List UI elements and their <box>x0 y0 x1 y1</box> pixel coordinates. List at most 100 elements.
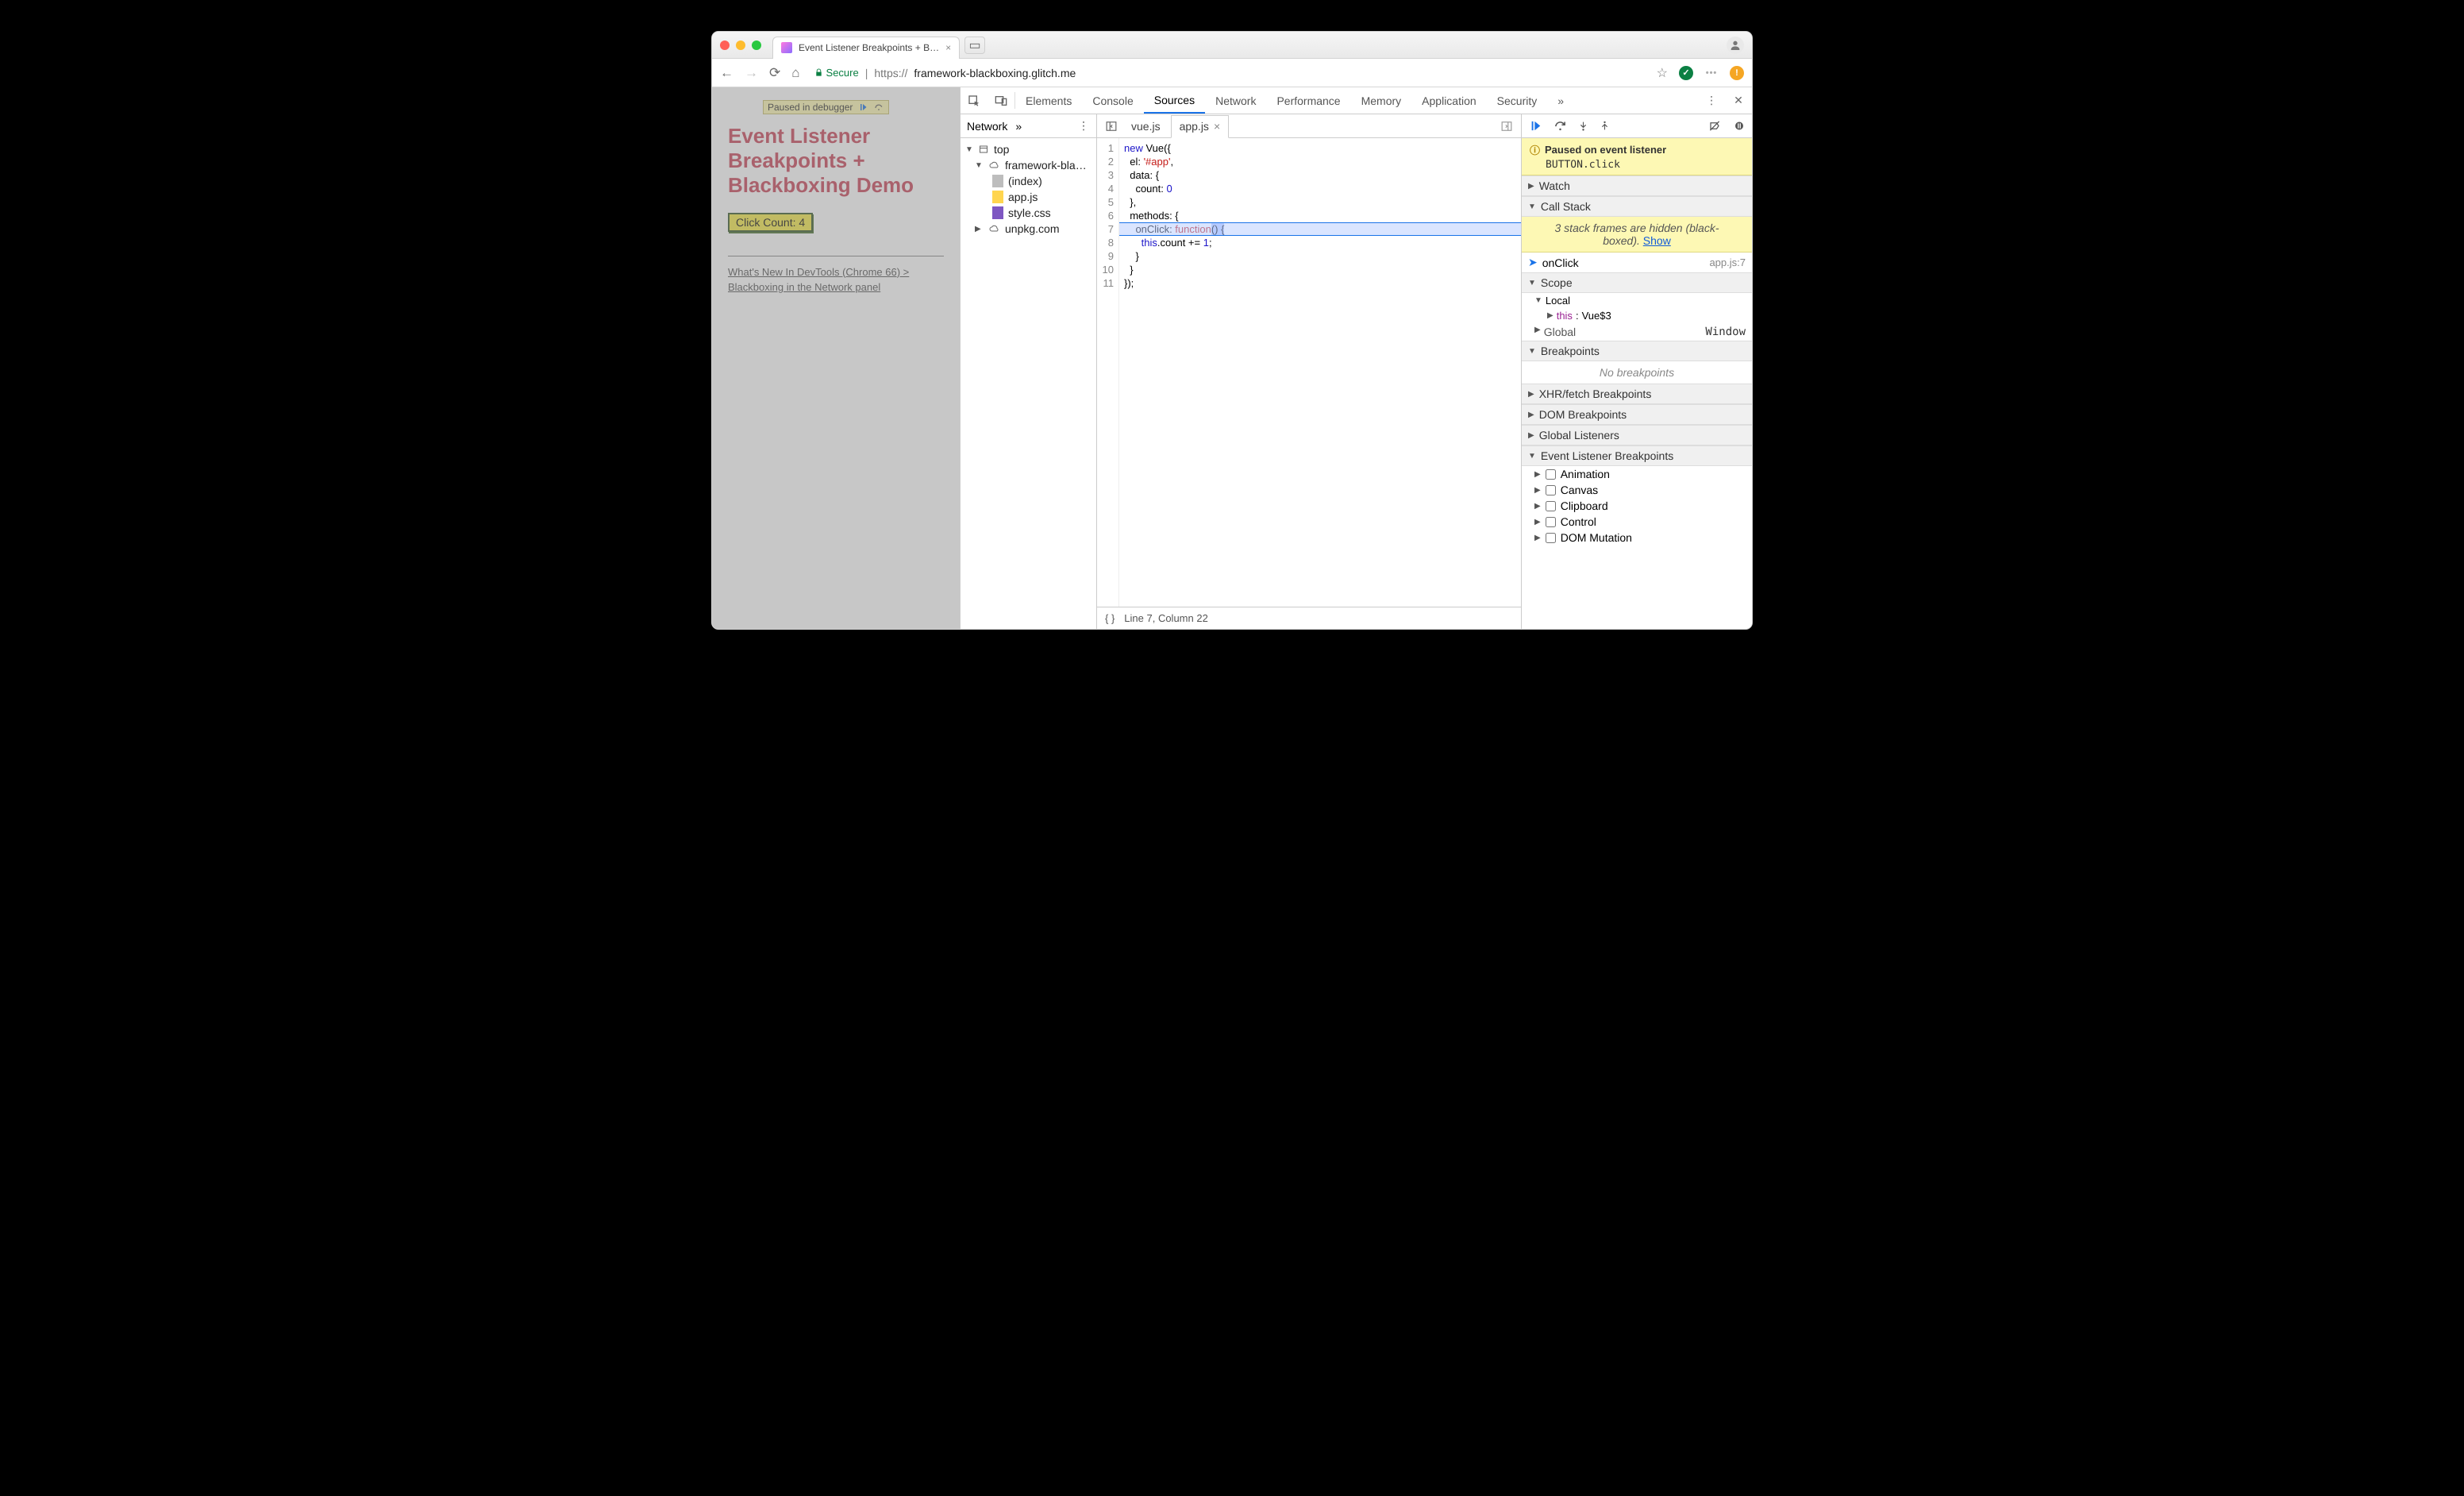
tab-overflow-icon[interactable]: » <box>1547 87 1574 114</box>
content-area: Paused in debugger Event Listener Breakp… <box>712 87 1752 629</box>
tab-performance[interactable]: Performance <box>1266 87 1350 114</box>
tree-top[interactable]: ▼ top <box>961 141 1096 157</box>
frame-location: app.js:7 <box>1709 256 1746 268</box>
minimize-window-button[interactable] <box>736 40 745 50</box>
tab-application[interactable]: Application <box>1411 87 1487 114</box>
close-window-button[interactable] <box>720 40 730 50</box>
extension-warning-icon[interactable]: ! <box>1730 66 1744 80</box>
tab-elements[interactable]: Elements <box>1015 87 1082 114</box>
tree-domain[interactable]: ▼ framework-bla… <box>961 157 1096 173</box>
scope-global[interactable]: ▶GlobalWindow <box>1522 323 1752 341</box>
pretty-print-icon[interactable]: { } <box>1105 612 1115 624</box>
toggle-debugger-icon[interactable] <box>1497 121 1516 132</box>
code-area[interactable]: 1234567891011 new Vue({ el: '#app', data… <box>1097 138 1521 607</box>
home-button[interactable]: ⌂ <box>791 65 799 81</box>
browser-window: Event Listener Breakpoints + B… × ▭ ← → … <box>712 32 1752 629</box>
tab-memory[interactable]: Memory <box>1351 87 1412 114</box>
pause-on-exceptions-button[interactable] <box>1733 120 1746 132</box>
pane-scope[interactable]: ▼Scope <box>1522 272 1752 293</box>
event-category-animation[interactable]: ▶Animation <box>1522 466 1752 482</box>
devtools-panel: Elements Console Sources Network Perform… <box>960 87 1752 629</box>
tab-sources[interactable]: Sources <box>1144 87 1205 114</box>
file-js-icon <box>992 191 1003 203</box>
favicon-icon <box>781 42 792 53</box>
event-checkbox[interactable] <box>1546 501 1556 511</box>
back-button[interactable]: ← <box>720 65 733 81</box>
step-out-button[interactable] <box>1600 120 1610 132</box>
pane-breakpoints[interactable]: ▼Breakpoints <box>1522 341 1752 361</box>
event-checkbox[interactable] <box>1546 469 1556 480</box>
tree-file-index[interactable]: (index) <box>961 173 1096 189</box>
resume-button[interactable] <box>1528 120 1542 132</box>
tab-network[interactable]: Network <box>1205 87 1266 114</box>
tree-ext-domain[interactable]: ▶ unpkg.com <box>961 221 1096 237</box>
cursor-status: Line 7, Column 22 <box>1124 612 1208 624</box>
toggle-navigator-icon[interactable] <box>1102 121 1121 132</box>
pane-global-listeners[interactable]: ▶Global Listeners <box>1522 425 1752 445</box>
source-editor: vue.js app.js× 1234567891011 new Vue({ <box>1097 114 1522 629</box>
pane-dom-breakpoints[interactable]: ▶DOM Breakpoints <box>1522 404 1752 425</box>
close-tab-icon[interactable]: × <box>945 42 951 53</box>
navigator-menu-icon[interactable]: ⋮ <box>1078 119 1090 133</box>
url-scheme: https:// <box>874 67 907 79</box>
bookmark-star-icon[interactable]: ☆ <box>1657 65 1668 81</box>
extension-overflow-icon[interactable]: ••• <box>1704 66 1719 80</box>
debugger-sidebar: ⓘPaused on event listener BUTTON.click ▶… <box>1522 114 1752 629</box>
event-checkbox[interactable] <box>1546 533 1556 543</box>
pane-call-stack[interactable]: ▼Call Stack <box>1522 196 1752 217</box>
step-over-button[interactable] <box>1553 120 1567 132</box>
event-category-clipboard[interactable]: ▶Clipboard <box>1522 498 1752 514</box>
step-into-button[interactable] <box>1578 120 1588 132</box>
new-tab-button[interactable]: ▭ <box>964 37 985 54</box>
cloud-icon <box>988 160 1000 170</box>
forward-button[interactable]: → <box>745 65 758 81</box>
navigator-header: Network » ⋮ <box>961 114 1096 138</box>
file-tab-vuejs[interactable]: vue.js <box>1122 114 1169 137</box>
event-category-control[interactable]: ▶Control <box>1522 514 1752 530</box>
deactivate-breakpoints-button[interactable] <box>1707 120 1722 132</box>
reload-button[interactable]: ⟳ <box>769 65 780 81</box>
inspect-element-icon[interactable] <box>961 87 988 114</box>
navigator-overflow-icon[interactable]: » <box>1015 120 1022 133</box>
browser-tab[interactable]: Event Listener Breakpoints + B… × <box>772 37 960 59</box>
sources-navigator: Network » ⋮ ▼ top ▼ framework-bla… (inde… <box>961 114 1097 629</box>
pane-watch[interactable]: ▶Watch <box>1522 175 1752 196</box>
editor-footer: { } Line 7, Column 22 <box>1097 607 1521 629</box>
close-devtools-icon[interactable]: ✕ <box>1725 94 1752 107</box>
current-frame-icon: ➤ <box>1528 256 1538 269</box>
tree-file-appjs[interactable]: app.js <box>961 189 1096 205</box>
show-frames-link[interactable]: Show <box>1643 234 1671 247</box>
maximize-window-button[interactable] <box>752 40 761 50</box>
file-css-icon <box>992 206 1003 219</box>
navigator-tab[interactable]: Network <box>967 120 1007 133</box>
tab-security[interactable]: Security <box>1487 87 1548 114</box>
traffic-lights <box>720 40 761 50</box>
event-checkbox[interactable] <box>1546 485 1556 495</box>
devtools-tabs: Elements Console Sources Network Perform… <box>961 87 1752 114</box>
scope-this[interactable]: ▶ this: Vue$3 <box>1522 308 1752 323</box>
close-tab-icon[interactable]: × <box>1214 120 1220 133</box>
cloud-icon <box>988 224 1000 233</box>
pane-event-listener-breakpoints[interactable]: ▼Event Listener Breakpoints <box>1522 445 1752 466</box>
paused-banner: ⓘPaused on event listener BUTTON.click <box>1522 138 1752 175</box>
url-field[interactable]: Secure | https://framework-blackboxing.g… <box>811 65 1646 81</box>
devtools-menu-icon[interactable]: ⋮ <box>1698 94 1725 107</box>
profile-avatar-icon[interactable] <box>1727 37 1744 54</box>
debugger-toolbar <box>1522 114 1752 138</box>
event-category-dom-mutation[interactable]: ▶DOM Mutation <box>1522 530 1752 546</box>
scope-local[interactable]: ▼ Local <box>1522 293 1752 308</box>
device-toggle-icon[interactable] <box>988 87 1014 114</box>
file-tab-appjs[interactable]: app.js× <box>1171 115 1230 138</box>
event-category-canvas[interactable]: ▶Canvas <box>1522 482 1752 498</box>
extension-icon[interactable]: ✓ <box>1679 66 1693 80</box>
debug-overlay <box>712 87 960 629</box>
rendered-page: Paused in debugger Event Listener Breakp… <box>712 87 960 629</box>
stack-frame[interactable]: ➤ onClick app.js:7 <box>1522 253 1752 272</box>
editor-tab-bar: vue.js app.js× <box>1097 114 1521 138</box>
event-checkbox[interactable] <box>1546 517 1556 527</box>
code-content: new Vue({ el: '#app', data: { count: 0 }… <box>1119 138 1521 607</box>
tree-file-stylecss[interactable]: style.css <box>961 205 1096 221</box>
pane-xhr-breakpoints[interactable]: ▶XHR/fetch Breakpoints <box>1522 384 1752 404</box>
banner-title: Paused on event listener <box>1545 144 1666 156</box>
tab-console[interactable]: Console <box>1082 87 1143 114</box>
